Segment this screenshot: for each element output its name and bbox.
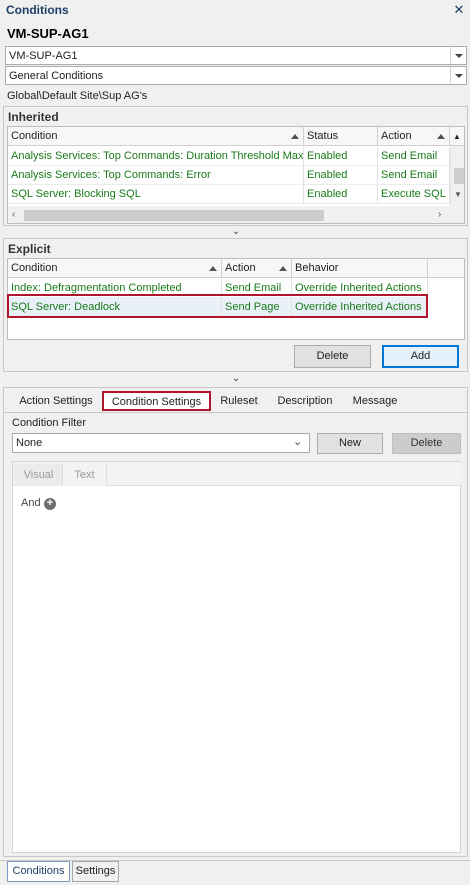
tab-action-settings[interactable]: Action Settings [12, 391, 100, 411]
scroll-thumb[interactable] [24, 210, 324, 221]
splitter-chevron-icon[interactable]: ⌄ [231, 374, 241, 384]
horizontal-scrollbar[interactable]: ‹ › [8, 206, 464, 223]
add-rule-icon[interactable]: + [44, 498, 56, 510]
tab-settings[interactable]: Settings [72, 861, 119, 882]
table-row-cell[interactable]: Send Email [378, 166, 450, 185]
close-icon[interactable]: ✕ [453, 2, 465, 18]
server-combo-value: VM-SUP-AG1 [9, 50, 78, 62]
tab-ruleset[interactable]: Ruleset [214, 391, 264, 411]
explicit-group: Explicit Condition Action Behavior Index… [3, 238, 468, 372]
chevron-down-icon[interactable]: ⌄ [293, 435, 302, 448]
table-row-cell[interactable]: Analysis Services: Top Commands: Error [8, 166, 304, 185]
tab-conditions[interactable]: Conditions [7, 861, 70, 882]
bottom-divider [0, 860, 470, 861]
filter-editor: Visual Text And + [12, 461, 462, 853]
condition-type-value: General Conditions [9, 70, 104, 82]
column-header-status[interactable]: Status [304, 127, 378, 146]
column-header-label: Condition [11, 262, 58, 274]
vertical-scrollbar[interactable]: ▼ [450, 146, 464, 206]
sort-ascending-icon [209, 266, 217, 271]
column-header-action[interactable]: Action [222, 259, 292, 278]
column-header-label: Condition [11, 130, 58, 142]
column-header-filler [428, 259, 464, 278]
condition-settings-page: Condition Filter None ⌄ New Delete Visua… [4, 412, 467, 856]
inherited-grid: Condition Status Action ▲ Analysis Servi… [7, 126, 465, 224]
column-header-action[interactable]: Action [378, 127, 450, 146]
explicit-title: Explicit [8, 242, 51, 256]
sort-ascending-icon [437, 134, 445, 139]
site-path: Global\Default Site\Sup AG's [7, 90, 148, 102]
table-row-cell[interactable]: Enabled [304, 166, 378, 185]
new-filter-button[interactable]: New [317, 433, 383, 454]
condition-filter-label: Condition Filter [12, 417, 86, 429]
column-header-condition[interactable]: Condition [8, 259, 222, 278]
column-header-label: Action [225, 262, 256, 274]
column-header-behavior[interactable]: Behavior [292, 259, 428, 278]
delete-button[interactable]: Delete [294, 345, 371, 368]
sort-ascending-icon [291, 134, 299, 139]
condition-type-combo[interactable]: General Conditions [5, 66, 467, 85]
tab-condition-settings[interactable]: Condition Settings [102, 391, 211, 411]
scroll-down-icon[interactable]: ▼ [454, 190, 462, 199]
sort-ascending-icon [279, 266, 287, 271]
vscroll-up[interactable]: ▲ [450, 127, 464, 146]
tab-message[interactable]: Message [346, 391, 404, 411]
table-row-cell[interactable]: Enabled [304, 147, 378, 166]
highlight-selected-row [7, 294, 428, 318]
condition-filter-value: None [16, 437, 43, 449]
add-button[interactable]: Add [382, 345, 459, 368]
table-row-cell[interactable]: Enabled [304, 185, 378, 204]
server-name: VM-SUP-AG1 [7, 26, 89, 41]
table-row-cell[interactable]: SQL Server: Blocking SQL [8, 185, 304, 204]
scroll-right-icon[interactable]: › [438, 209, 441, 220]
delete-filter-button[interactable]: Delete [392, 433, 461, 454]
tab-visual[interactable]: Visual [15, 464, 63, 486]
chevron-down-icon[interactable] [450, 67, 466, 84]
tab-text[interactable]: Text [63, 464, 107, 486]
inherited-title: Inherited [8, 110, 59, 124]
panel-title: Conditions [6, 3, 69, 17]
rule-and-label[interactable]: And [21, 497, 41, 509]
inherited-group: Inherited Condition Status Action ▲ Anal… [3, 106, 468, 226]
tab-description[interactable]: Description [272, 391, 338, 411]
table-row-cell[interactable]: Analysis Services: Top Commands: Duratio… [8, 147, 304, 166]
condition-filter-select[interactable]: None ⌄ [12, 433, 310, 453]
table-row-cell[interactable]: Execute SQL [378, 185, 450, 204]
chevron-down-icon[interactable] [450, 47, 466, 64]
column-header-label: Action [381, 130, 412, 142]
settings-panel: Action Settings Condition Settings Rules… [3, 387, 468, 857]
scroll-left-icon[interactable]: ‹ [12, 209, 15, 220]
table-row-cell[interactable]: Send Email [378, 147, 450, 166]
server-combo[interactable]: VM-SUP-AG1 [5, 46, 467, 65]
column-header-label: Behavior [295, 262, 339, 274]
scroll-thumb[interactable] [454, 168, 464, 184]
column-header-label: Status [307, 130, 339, 142]
splitter-chevron-icon[interactable]: ⌄ [231, 227, 241, 237]
column-header-condition[interactable]: Condition [8, 127, 304, 146]
